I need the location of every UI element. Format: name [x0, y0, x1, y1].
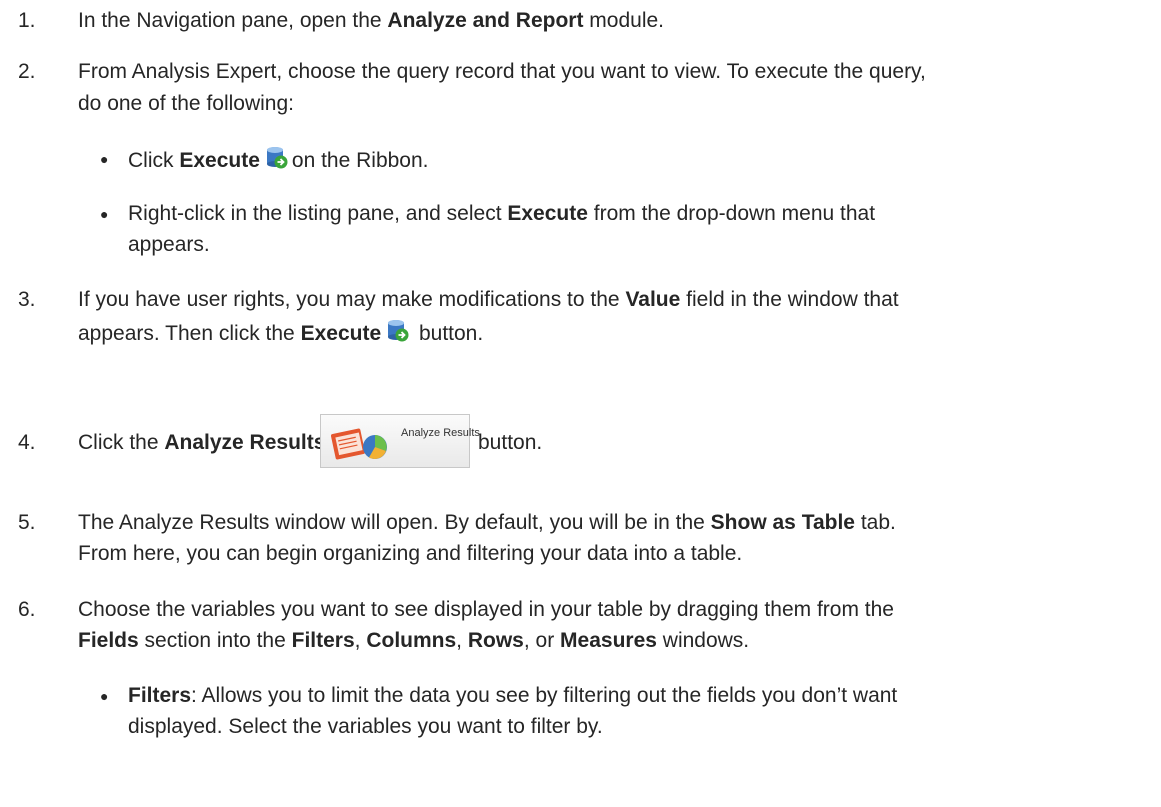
bullet-icon: ● — [100, 206, 109, 222]
analyze-results-button[interactable]: Analyze Results — [320, 414, 480, 468]
step-text: Choose the variables you want to see dis… — [78, 598, 894, 621]
step-text: The Analyze Results window will open. By… — [78, 511, 896, 534]
bullet-text: displayed. Select the variables you want… — [128, 715, 603, 738]
step-text: Click the Analyze Results — [78, 431, 326, 454]
bullet-icon: ● — [100, 151, 109, 167]
step-text: In the Navigation pane, open the Analyze… — [78, 9, 664, 32]
analyze-results-icon — [330, 428, 387, 460]
step-number: 6. — [18, 598, 36, 621]
analyze-results-label: Analyze Results — [401, 427, 480, 439]
step-number: 4. — [18, 431, 36, 454]
step-text: From here, you can begin organizing and … — [78, 542, 743, 565]
step-text: Fields section into the Filters, Columns… — [78, 629, 750, 652]
bullet-text: Click Execute on the Ribbon. — [128, 146, 429, 174]
database-execute-icon — [266, 147, 288, 169]
step-number: 5. — [18, 511, 36, 534]
step-number: 3. — [18, 288, 36, 311]
bullet-text: Right-click in the listing pane, and sel… — [128, 202, 876, 225]
step-number: 1. — [18, 9, 36, 32]
bullet-text: appears. — [128, 233, 210, 256]
step-text: If you have user rights, you may make mo… — [78, 288, 899, 311]
bullet-text: Filters: Allows you to limit the data yo… — [128, 684, 898, 707]
step-text: do one of the following: — [78, 92, 294, 115]
step-text: From Analysis Expert, choose the query r… — [78, 60, 926, 83]
step-number: 2. — [18, 60, 36, 83]
database-execute-icon — [388, 320, 409, 342]
step-text: appears. Then click the Execute button. — [78, 319, 483, 347]
step-text: button. — [478, 431, 543, 454]
bullet-icon: ● — [100, 688, 109, 704]
